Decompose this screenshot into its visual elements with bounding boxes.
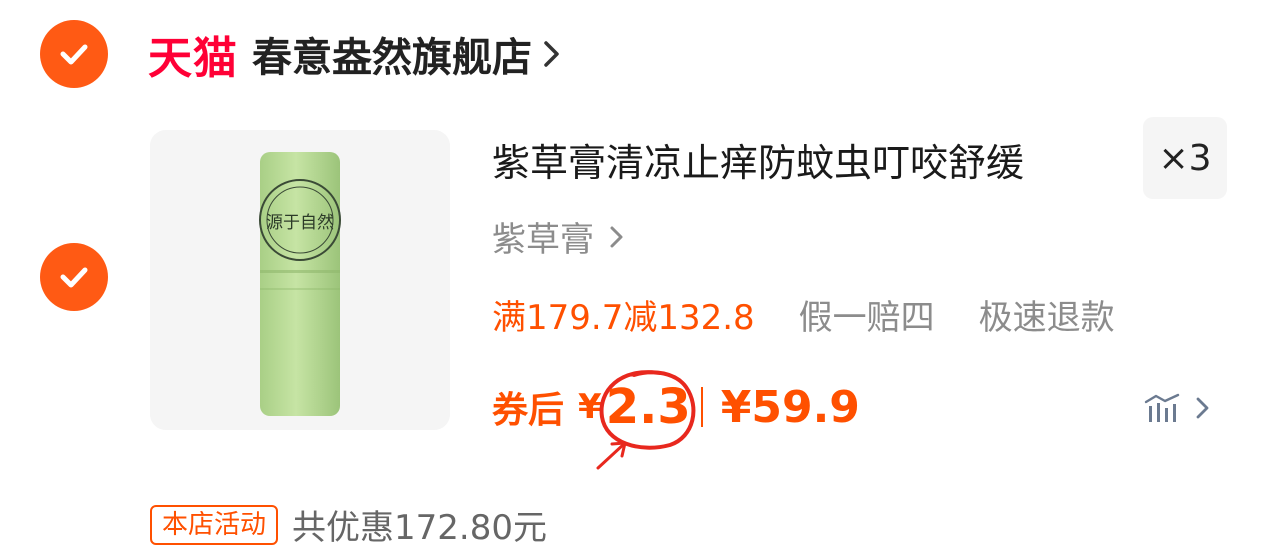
product-thumbnail[interactable]: 源于自然 — [150, 130, 450, 430]
after-coupon-price: 2.3 — [605, 379, 691, 435]
store-select-checkbox[interactable] — [40, 20, 108, 88]
sku-label: 紫草膏 — [492, 220, 594, 260]
shop-promo-row[interactable]: 本店活动 共优惠172.80元 — [150, 500, 547, 549]
price-divider — [700, 387, 703, 427]
after-coupon-label: 券后 — [492, 390, 565, 431]
sku-selector[interactable]: 紫草膏 — [492, 212, 626, 261]
balm-stick-image: 源于自然 — [150, 130, 450, 430]
after-coupon-price-wrap: 2.3 — [599, 370, 696, 450]
store-header[interactable]: 天猫 春意盎然旗舰店 — [148, 22, 562, 86]
price-trend-button[interactable] — [1143, 390, 1219, 426]
store-name[interactable]: 春意盎然旗舰店 — [252, 25, 532, 83]
total-saved-text: 共优惠172.80元 — [292, 508, 547, 548]
product-title[interactable]: 紫草膏清凉止痒防蚊虫叮咬舒缓 — [492, 132, 1024, 187]
original-price: ¥59.9 — [720, 381, 860, 433]
shop-activity-badge: 本店活动 — [150, 504, 279, 545]
chevron-right-icon[interactable] — [542, 39, 562, 69]
price-row: 券后 ¥ 2.3 ¥59.9 — [492, 370, 860, 450]
promo-discount: 满179.7减132.8 — [492, 298, 755, 338]
promo-row: 满179.7减132.8 假一赔四 极速退款 — [492, 290, 1115, 339]
promo-tag-fast-refund: 极速退款 — [978, 298, 1115, 338]
check-icon — [60, 44, 88, 65]
price-trend-icon — [1144, 393, 1180, 422]
handdrawn-arrow-annotation — [596, 441, 627, 470]
check-icon — [60, 267, 88, 288]
quantity-badge[interactable]: ×3 — [1143, 117, 1227, 199]
chevron-right-icon — [1196, 397, 1209, 419]
svg-text:源于自然: 源于自然 — [266, 213, 334, 233]
cart-store-card: 天猫 春意盎然旗舰店 源于自然 紫草膏清凉止痒防蚊虫叮咬舒缓 ×3 紫草膏 满1… — [0, 0, 1280, 559]
currency-symbol: ¥ — [578, 387, 602, 427]
promo-tag-counterfeit: 假一赔四 — [798, 298, 935, 338]
item-select-checkbox[interactable] — [40, 243, 108, 311]
chevron-right-icon — [610, 226, 623, 247]
tmall-logo: 天猫 — [148, 33, 238, 84]
